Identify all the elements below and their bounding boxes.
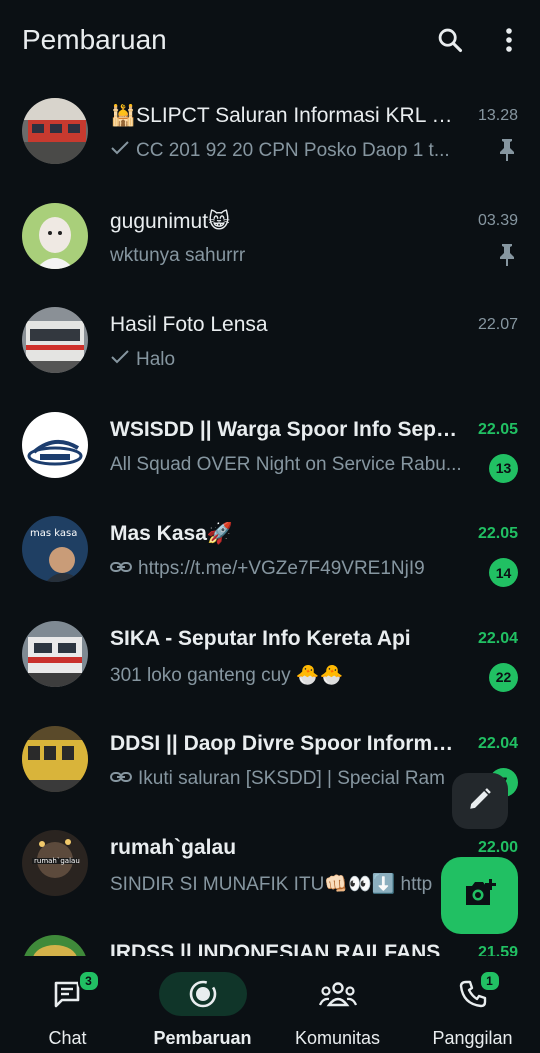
channel-preview: https://t.me/+VGZe7F49VRE1NjI9 xyxy=(110,558,470,580)
preview-text: CC 201 92 20 CPN Posko Daop 1 t... xyxy=(136,140,450,161)
nav-label: Pembaruan xyxy=(153,1028,252,1048)
nav-updates[interactable]: Pembaruan xyxy=(135,956,270,1053)
nav-label: Panggilan xyxy=(432,1028,513,1048)
channel-name: gugunimut😸 xyxy=(110,209,230,233)
avatar xyxy=(22,725,88,792)
channel-row[interactable]: 🕌SLIPCT Saluran Informasi KRL Commuter L… xyxy=(0,82,540,187)
nav-calls[interactable]: 1 Panggilan xyxy=(405,956,540,1053)
bottom-navigation: 3 Chat Pembaruan Komunitas 1 Panggilan xyxy=(0,956,540,1053)
channel-preview: CC 201 92 20 CPN Posko Daop 1 t... xyxy=(110,140,470,162)
channel-row[interactable]: gugunimut😸 03.39 wktunya sahurrr xyxy=(0,187,540,292)
phone-icon: 1 xyxy=(429,970,517,1016)
nav-badge: 3 xyxy=(77,970,100,992)
search-icon[interactable] xyxy=(432,22,468,58)
svg-text:mas kasa: mas kasa xyxy=(30,528,77,539)
nav-communities[interactable]: Komunitas xyxy=(270,956,405,1053)
preview-text: wktunya sahurrr xyxy=(110,244,246,266)
channel-name: SIKA - Seputar Info Kereta Api xyxy=(110,626,411,650)
avatar xyxy=(22,307,88,374)
link-icon xyxy=(110,768,132,790)
channel-time: 22.05 xyxy=(477,420,518,438)
check-icon xyxy=(110,349,130,371)
preview-text: 301 loko ganteng cuy 🐣🐣 xyxy=(110,664,344,686)
channel-time: 22.07 xyxy=(477,316,518,334)
avatar xyxy=(22,411,88,478)
channel-time: 13.28 xyxy=(477,107,518,124)
channel-preview: Halo xyxy=(110,349,470,371)
preview-text: Halo xyxy=(136,349,176,371)
channel-name: DDSI || Daop Divre Spoor Information xyxy=(110,731,462,755)
channel-time: 03.39 xyxy=(477,211,518,229)
channel-preview: Ikuti saluran [SKSDD] | Special Ram xyxy=(110,768,450,790)
nav-label: Chat xyxy=(48,1028,87,1048)
preview-text: Ikuti saluran [SKSDD] | Special Ram xyxy=(138,767,445,789)
page-title: Pembaruan xyxy=(22,24,167,55)
more-vert-icon[interactable] xyxy=(491,22,527,58)
channel-time: 22.05 xyxy=(477,525,518,543)
pin-icon xyxy=(498,243,516,272)
preview-text: SINDIR SI MUNAFIK ITU👊🏻👀⬇️ http xyxy=(110,874,433,896)
channel-name: rumah`galau xyxy=(110,836,237,860)
channel-row[interactable]: WSISDD || Warga Spoor Info Seputar Daop … xyxy=(0,396,540,501)
unread-badge: 13 xyxy=(489,453,518,483)
edit-text-status-button[interactable] xyxy=(452,773,508,829)
app-bar: Pembaruan xyxy=(0,0,540,82)
add-camera-icon xyxy=(463,878,497,913)
preview-text: https://t.me/+VGZe7F49VRE1NjI9 xyxy=(138,558,425,580)
channel-row[interactable]: Hasil Foto Lensa 22.07 Halo xyxy=(0,291,540,396)
unread-badge: 14 xyxy=(489,558,518,588)
nav-label: Komunitas xyxy=(294,1028,381,1048)
chat-icon: 3 xyxy=(24,970,112,1016)
avatar xyxy=(22,620,88,687)
channel-name: WSISDD || Warga Spoor Info Seputar Daop … xyxy=(110,417,462,441)
channel-time: 22.04 xyxy=(477,734,518,752)
communities-icon xyxy=(294,972,382,1016)
pin-icon xyxy=(498,138,516,167)
svg-text:rumah`galau: rumah`galau xyxy=(34,857,80,865)
avatar xyxy=(22,202,88,269)
channel-row[interactable]: SIKA - Seputar Info Kereta Api 22.04 301… xyxy=(0,605,540,710)
channel-time: 22.04 xyxy=(477,629,518,647)
add-camera-status-button[interactable] xyxy=(441,857,518,934)
avatar xyxy=(22,934,88,956)
avatar xyxy=(22,98,88,164)
channel-name: Hasil Foto Lensa xyxy=(110,313,268,337)
channel-time: 21.59 xyxy=(477,943,518,956)
channel-name: 🕌SLIPCT Saluran Informasi KRL Commuter L… xyxy=(110,104,462,127)
channel-preview: All Squad OVER Night on Service Rabu... xyxy=(110,454,470,476)
preview-text: All Squad OVER Night on Service Rabu... xyxy=(110,453,462,475)
channel-preview: 301 loko ganteng cuy 🐣🐣 xyxy=(110,663,470,687)
nav-chat[interactable]: 3 Chat xyxy=(0,956,135,1053)
channel-time: 22.00 xyxy=(477,839,518,857)
avatar: rumah`galau xyxy=(22,830,88,897)
avatar: mas kasa xyxy=(22,516,88,583)
channel-preview: SINDIR SI MUNAFIK ITU👊🏻👀⬇️ http xyxy=(110,872,440,896)
channel-name: IRDSS || INDONESIAN RAILFANS xyxy=(110,940,441,956)
channel-name: Mas Kasa🚀 xyxy=(110,522,234,546)
status-updates-icon xyxy=(158,972,247,1016)
unread-badge: 22 xyxy=(489,662,518,692)
link-icon xyxy=(110,558,132,580)
channel-row[interactable]: mas kasa Mas Kasa🚀 22.05 https://t.me/+V… xyxy=(0,500,540,605)
channel-preview: wktunya sahurrr xyxy=(110,245,470,267)
nav-badge: 1 xyxy=(478,970,501,992)
pencil-icon xyxy=(467,786,493,817)
check-icon xyxy=(110,140,130,162)
